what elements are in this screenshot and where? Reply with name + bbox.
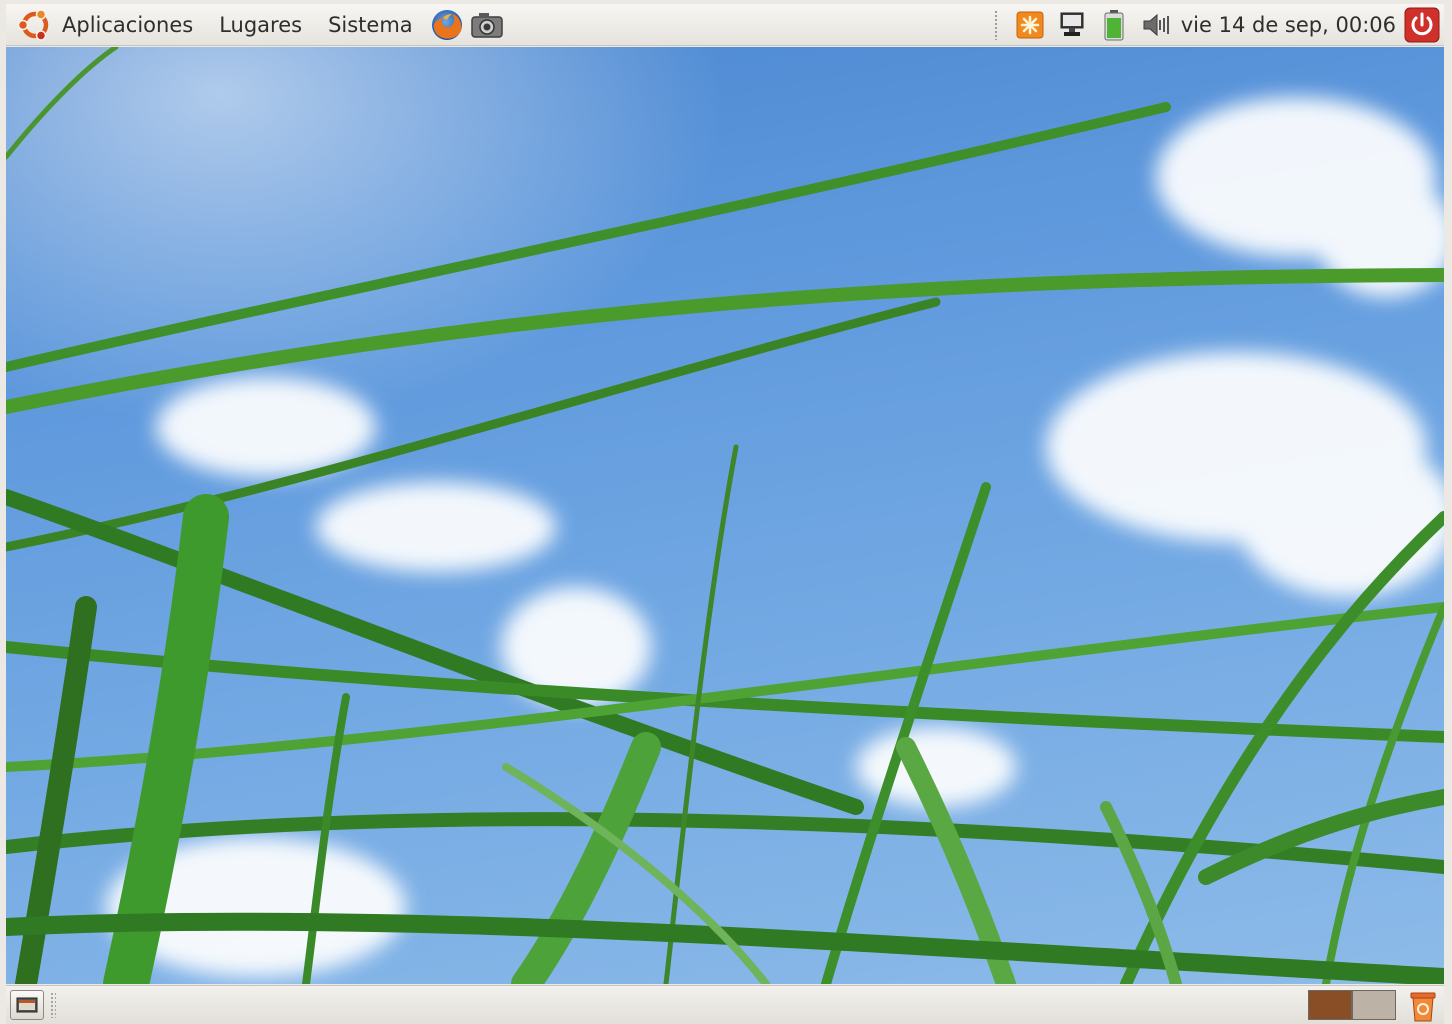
notification-area: vie 14 de sep, 00:06	[993, 4, 1444, 46]
trash-icon[interactable]	[1408, 989, 1438, 1023]
network-monitor-icon[interactable]	[1056, 9, 1088, 41]
menu-aplicaciones[interactable]: Aplicaciones	[54, 5, 206, 45]
panel-handle[interactable]	[50, 992, 56, 1018]
menu-sistema[interactable]: Sistema	[315, 5, 426, 45]
grass-sky-illustration	[6, 47, 1444, 984]
bottom-panel	[6, 985, 1444, 1024]
power-icon[interactable]	[1404, 7, 1440, 43]
menu-lugares[interactable]: Lugares	[206, 5, 315, 45]
workspace-1[interactable]	[1308, 990, 1352, 1020]
panel-handle[interactable]	[993, 10, 999, 40]
update-notifier-icon[interactable]	[1014, 9, 1046, 41]
screen: Aplicaciones Lugares Sistema vie 14 de s…	[0, 0, 1452, 1024]
top-panel: Aplicaciones Lugares Sistema vie 14 de s…	[6, 4, 1444, 46]
ubuntu-logo-icon[interactable]	[16, 6, 54, 44]
volume-icon[interactable]	[1140, 9, 1172, 41]
battery-icon[interactable]	[1098, 9, 1130, 41]
workspace-2[interactable]	[1352, 990, 1396, 1020]
firefox-icon[interactable]	[428, 6, 466, 44]
screenshot-camera-icon[interactable]	[468, 6, 506, 44]
desktop-wallpaper[interactable]	[6, 47, 1444, 984]
clock[interactable]: vie 14 de sep, 00:06	[1181, 13, 1396, 37]
show-desktop-icon[interactable]	[10, 990, 44, 1020]
